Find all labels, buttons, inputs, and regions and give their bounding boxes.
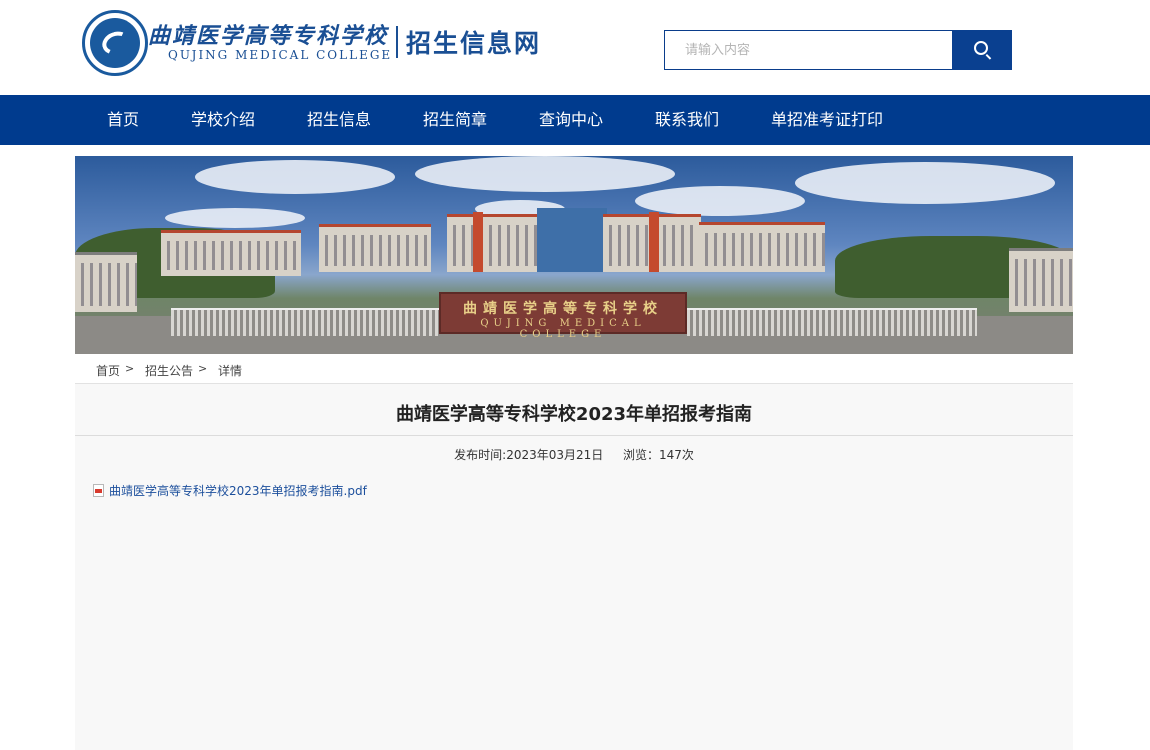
search-input[interactable] (664, 30, 953, 70)
campus-building (447, 214, 547, 272)
breadcrumb-separator: > (125, 362, 135, 375)
nav-item-home[interactable]: 首页 (107, 95, 139, 145)
breadcrumb: 首页 > 招生公告 > 详情 (75, 354, 1073, 384)
main-nav: 首页 学校介绍 招生信息 招生简章 查询中心 联系我们 单招准考证打印 (0, 95, 1150, 145)
campus-fence-left (171, 308, 439, 336)
pdf-file-icon (93, 484, 104, 497)
header-divider (396, 26, 398, 58)
campus-building (161, 230, 301, 276)
breadcrumb-admission-notice[interactable]: 招生公告 (145, 362, 193, 379)
search-button[interactable] (952, 30, 1012, 70)
school-name-en: QUJING MEDICAL COLLEGE (168, 48, 393, 62)
title-divider (75, 435, 1073, 436)
gate-sign-en: QUJING MEDICAL COLLEGE (480, 318, 646, 340)
article-meta: 发布时间:2023年03月21日 浏览：147次 (75, 446, 1073, 463)
nav-item-admission-info[interactable]: 招生信息 (307, 95, 371, 145)
article-panel: 首页 > 招生公告 > 详情 曲靖医学高等专科学校2023年单招报考指南 发布时… (75, 354, 1073, 750)
campus-gate-sign: 曲靖医学高等专科学校 QUJING MEDICAL COLLEGE (439, 292, 687, 340)
campus-banner-pillar (649, 212, 659, 272)
breadcrumb-detail: 详情 (218, 364, 243, 378)
nav-item-admission-brochure[interactable]: 招生简章 (423, 95, 487, 145)
view-count: 浏览：147次 (622, 448, 694, 462)
header: 曲靖医学高等专科学校 QUJING MEDICAL COLLEGE 招生信息网 (0, 0, 1150, 95)
campus-building-center (537, 208, 607, 272)
gate-sign-cn: 曲靖医学高等专科学校 (463, 301, 663, 317)
logo-emblem-icon (90, 18, 140, 68)
nav-item-contact-us[interactable]: 联系我们 (655, 95, 719, 145)
search-icon (974, 41, 988, 55)
banner-cloud (795, 162, 1055, 204)
banner-cloud (415, 156, 675, 192)
gatehouse-right (1009, 248, 1073, 312)
campus-building (319, 224, 431, 272)
campus-building (699, 222, 825, 272)
school-name-cn: 曲靖医学高等专科学校 (148, 23, 389, 49)
banner-cloud (195, 160, 395, 194)
attachment-link[interactable]: 曲靖医学高等专科学校2023年单招报考指南.pdf (109, 482, 367, 499)
banner-cloud (165, 208, 305, 228)
school-logo[interactable] (82, 10, 148, 76)
site-name: 招生信息网 (406, 29, 542, 58)
nav-item-school-intro[interactable]: 学校介绍 (191, 95, 255, 145)
article-title: 曲靖医学高等专科学校2023年单招报考指南 (395, 404, 753, 425)
campus-banner: 曲靖医学高等专科学校 QUJING MEDICAL COLLEGE (75, 156, 1073, 354)
logo-swirl-icon (99, 27, 133, 59)
gatehouse-left (75, 252, 137, 312)
breadcrumb-separator: > (198, 362, 208, 375)
campus-banner-pillar (473, 212, 483, 272)
publish-date: 发布时间:2023年03月21日 (454, 448, 604, 462)
banner-cloud (635, 186, 805, 216)
nav-item-exam-ticket-print[interactable]: 单招准考证打印 (771, 95, 883, 145)
campus-fence-right (687, 308, 977, 336)
breadcrumb-home[interactable]: 首页 (96, 362, 120, 379)
nav-item-query-center[interactable]: 查询中心 (539, 95, 603, 145)
